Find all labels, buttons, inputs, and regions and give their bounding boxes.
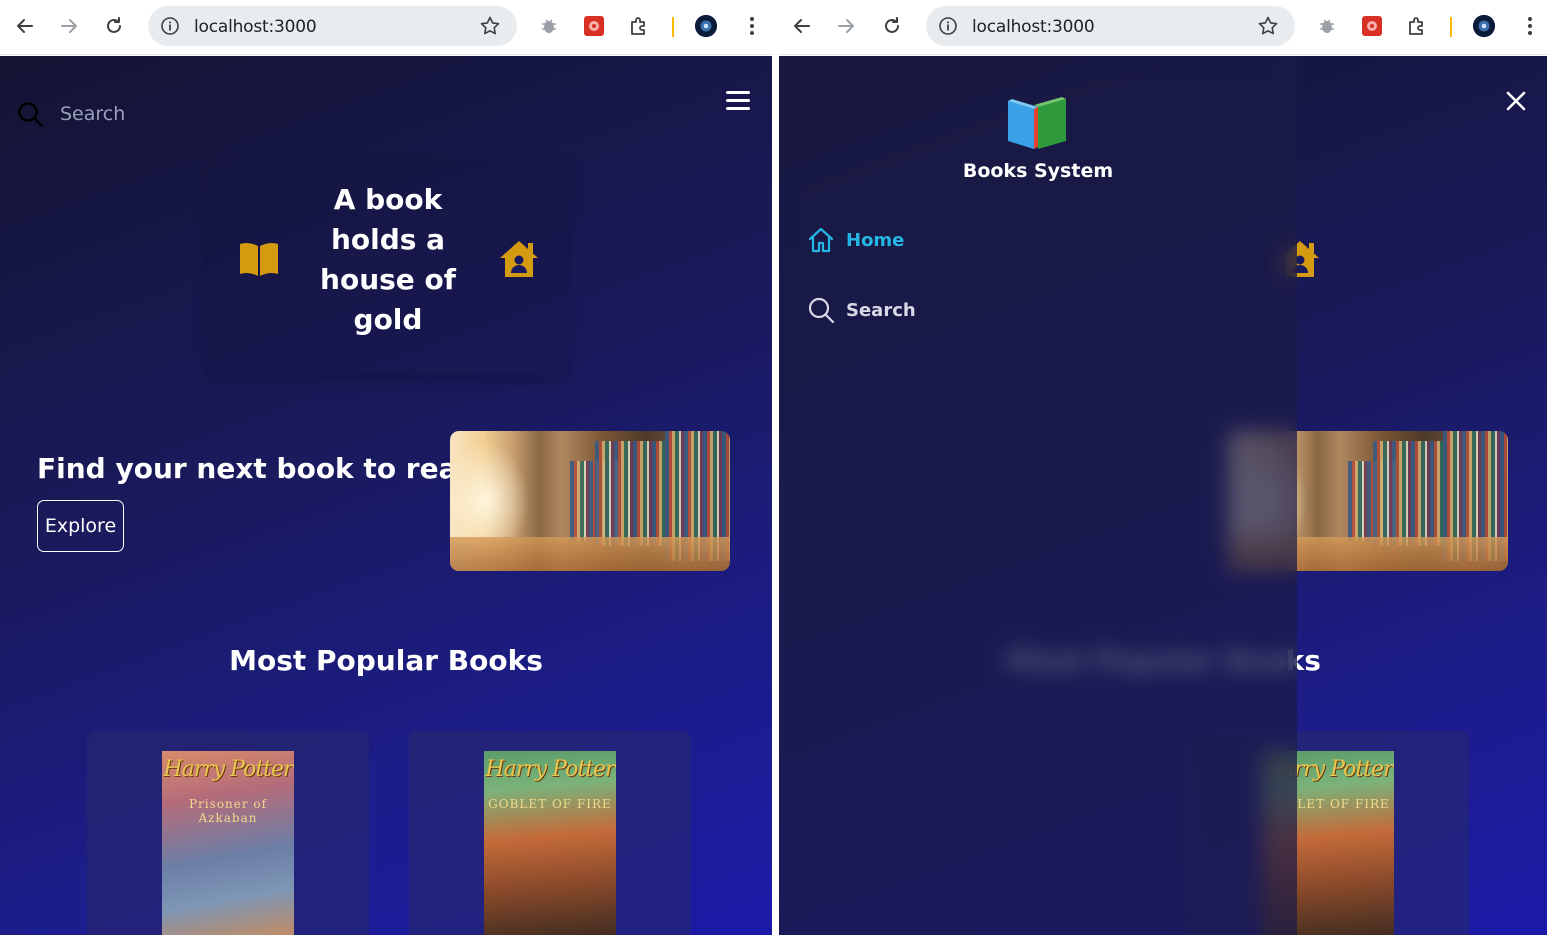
close-icon[interactable] [1505,90,1527,112]
forward-arrow-icon[interactable] [832,12,860,40]
house-icon [500,241,538,277]
search-bar [16,100,320,128]
search-icon[interactable] [16,100,44,128]
side-drawer: Books System Home Search [779,56,1297,935]
browser-toolbar: localhost:3000 [0,0,772,55]
window-divider [772,0,779,935]
more-vert-icon[interactable] [1518,14,1542,38]
bookmark-star-icon[interactable] [1257,15,1279,37]
page-content: A book holds a house of gold Find your n… [0,56,772,935]
bug-extension-icon[interactable] [537,14,561,38]
forward-arrow-icon[interactable] [55,12,83,40]
drawer-item-label: Home [846,229,905,251]
toolbar-separator [672,17,674,37]
open-book-icon [240,242,278,276]
address-url: localhost:3000 [972,17,1095,37]
quote-text: A book holds a house of gold [320,183,456,336]
book-cover[interactable]: Harry Potter GOBLET OF FIRE [484,751,616,935]
site-info-icon[interactable] [160,16,180,36]
reload-icon[interactable] [878,12,906,40]
book-card[interactable]: Harry Potter Prisoner of Azkaban [87,731,369,935]
back-arrow-icon[interactable] [788,12,816,40]
drawer-item-home[interactable]: Home [807,226,904,254]
search-input[interactable] [60,103,320,125]
browser-toolbar: localhost:3000 [779,0,1547,55]
red-extension-icon[interactable] [582,14,606,38]
red-extension-icon[interactable] [1360,14,1384,38]
site-info-icon[interactable] [938,16,958,36]
profile-avatar-icon[interactable] [694,14,718,38]
toolbar-separator [1450,17,1452,37]
drawer-item-search[interactable]: Search [807,296,916,324]
drawer-item-label: Search [846,299,916,321]
address-url: localhost:3000 [194,17,317,37]
address-bar[interactable]: localhost:3000 [148,6,517,46]
extensions-puzzle-icon[interactable] [627,14,651,38]
book-card[interactable]: Harry Potter GOBLET OF FIRE [409,731,691,935]
browser-window-right: localhost:3000 Harry Potter GOBLET OF FI… [779,0,1547,935]
profile-avatar-icon[interactable] [1472,14,1496,38]
quote-card: A book holds a house of gold [208,156,568,374]
back-arrow-icon[interactable] [11,12,39,40]
more-vert-icon[interactable] [740,14,764,38]
bug-extension-icon[interactable] [1315,14,1339,38]
reload-icon[interactable] [100,12,128,40]
popular-books-title: Most Popular Books [229,644,543,677]
hamburger-menu-icon[interactable] [726,88,752,114]
book-cover[interactable]: Harry Potter Prisoner of Azkaban [162,751,294,935]
extensions-puzzle-icon[interactable] [1405,14,1429,38]
brand-name: Books System [962,160,1114,182]
page-content: Harry Potter GOBLET OF FIRE Most Popular… [779,56,1547,935]
search-icon [808,297,835,324]
hero-title: Find your next book to read [37,452,478,485]
address-bar[interactable]: localhost:3000 [926,6,1295,46]
books-logo-icon [1008,97,1066,149]
library-image [450,431,730,571]
bookmark-star-icon[interactable] [479,15,501,37]
home-icon [808,227,834,253]
explore-button[interactable]: Explore [37,500,124,552]
browser-window-left: localhost:3000 A book holds a h [0,0,772,935]
